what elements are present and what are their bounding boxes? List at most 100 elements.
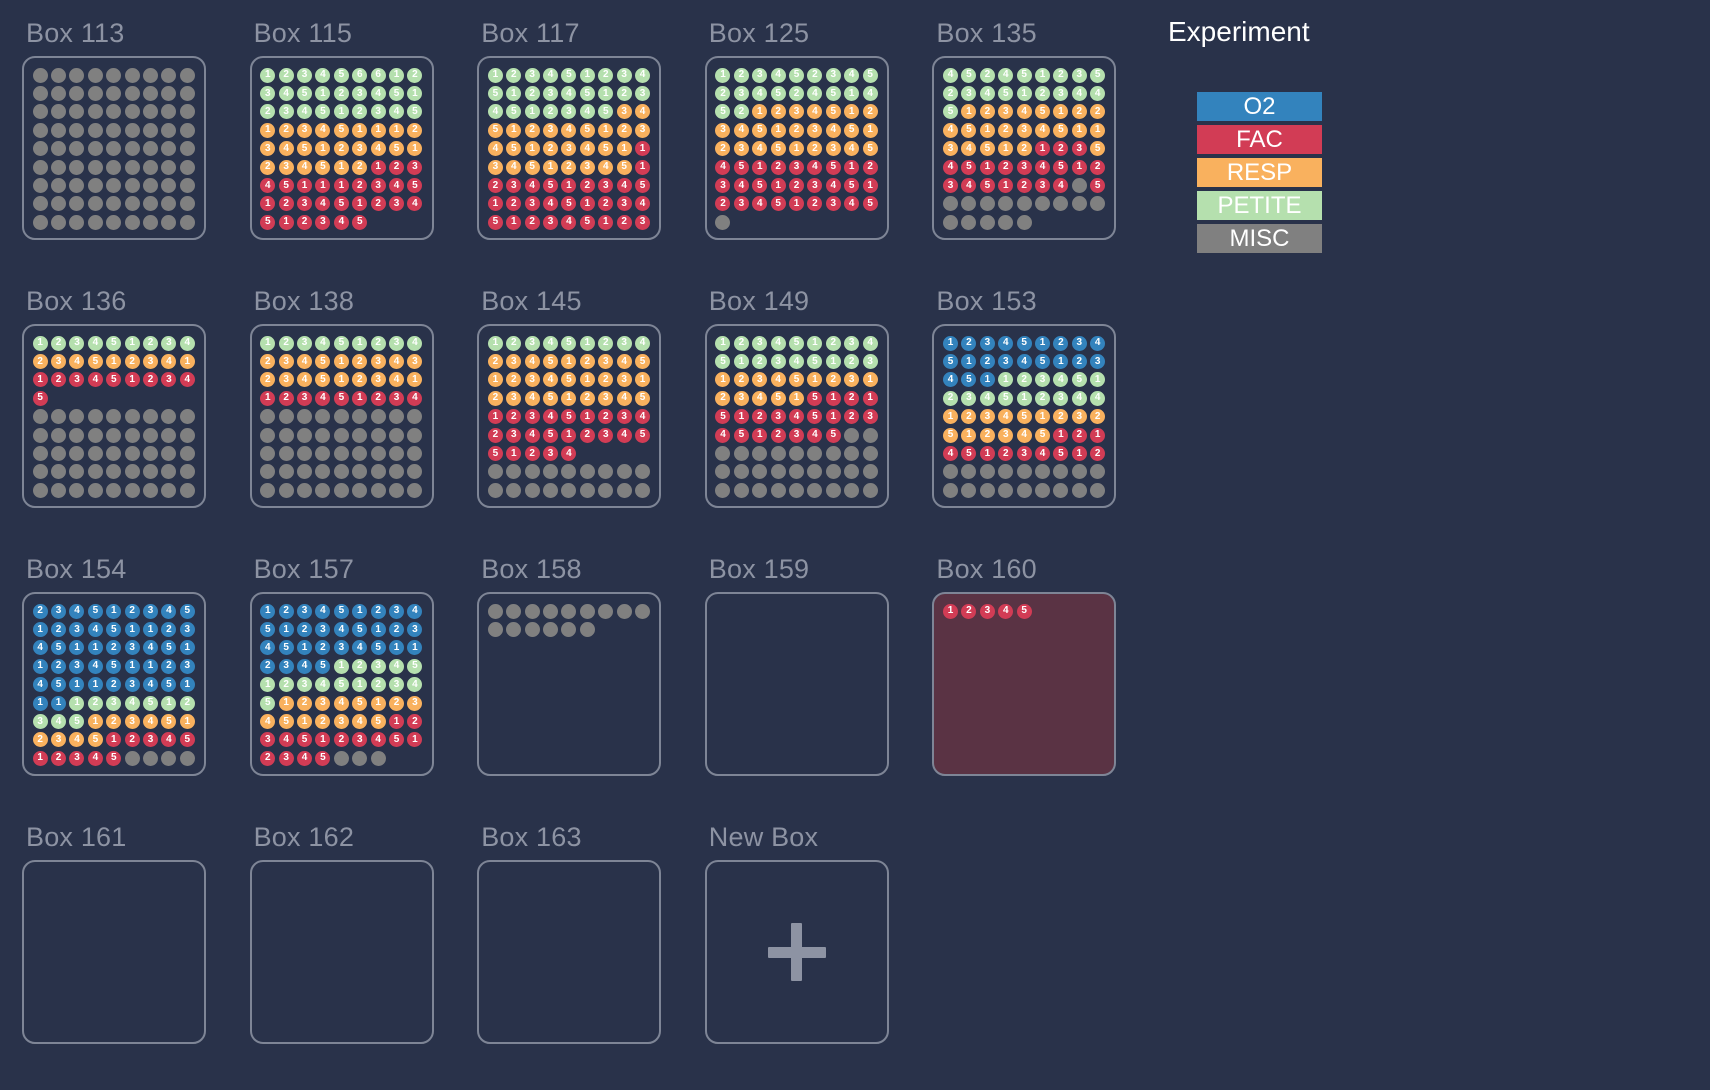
tube-slot[interactable]: 1 [31, 657, 49, 675]
tube-resp[interactable]: 3 [278, 159, 294, 175]
tube-slot[interactable] [314, 907, 332, 925]
tube-slot[interactable] [123, 66, 141, 84]
tube-misc[interactable] [179, 141, 195, 157]
tube-slot[interactable] [732, 602, 750, 620]
tube-slot[interactable] [732, 731, 750, 749]
tube-resp[interactable]: 3 [998, 104, 1014, 120]
tube-slot[interactable] [369, 1017, 387, 1035]
tube-resp[interactable]: 3 [524, 372, 540, 388]
tube-misc[interactable] [352, 446, 368, 462]
tube-petite[interactable]: 4 [407, 335, 423, 351]
tube-resp[interactable]: 3 [733, 141, 749, 157]
tube-misc[interactable] [124, 750, 140, 766]
tube-petite[interactable]: 3 [32, 714, 48, 730]
tube-slot[interactable] [578, 712, 596, 730]
tube-o2[interactable]: 5 [333, 603, 349, 619]
tube-slot[interactable]: 1 [369, 158, 387, 176]
tube-slot[interactable] [406, 980, 424, 998]
tube-slot[interactable]: 5 [806, 408, 824, 426]
tube-slot[interactable]: 4 [314, 121, 332, 139]
tube-fac[interactable]: 3 [278, 750, 294, 766]
tube-slot[interactable]: 3 [105, 694, 123, 712]
tube-slot[interactable] [714, 731, 732, 749]
tube-slot[interactable] [351, 749, 369, 767]
tube-slot[interactable] [141, 408, 159, 426]
tube-slot[interactable] [123, 121, 141, 139]
tube-fac[interactable]: 2 [1090, 159, 1106, 175]
tube-slot[interactable]: 5 [314, 657, 332, 675]
tube-slot[interactable] [49, 195, 67, 213]
tube-misc[interactable] [1035, 464, 1051, 480]
tube-fac[interactable]: 5 [979, 178, 995, 194]
tube-resp[interactable]: 2 [825, 372, 841, 388]
tube-o2[interactable]: 5 [51, 677, 67, 693]
tube-slot[interactable] [769, 444, 787, 462]
tube-slot[interactable]: 3 [1070, 140, 1088, 158]
tube-slot[interactable] [314, 925, 332, 943]
tube-misc[interactable] [143, 446, 159, 462]
tube-resp[interactable]: 2 [543, 141, 559, 157]
tube-slot[interactable]: 1 [369, 694, 387, 712]
tube-slot[interactable] [351, 925, 369, 943]
tube-fac[interactable]: 3 [789, 159, 805, 175]
tube-fac[interactable]: 5 [179, 732, 195, 748]
tube-slot[interactable]: 2 [523, 213, 541, 231]
tube-o2[interactable]: 2 [161, 658, 177, 674]
tube-slot[interactable]: 2 [769, 426, 787, 444]
tube-slot[interactable] [806, 444, 824, 462]
tube-resp[interactable]: 4 [844, 141, 860, 157]
tube-petite[interactable]: 1 [260, 335, 276, 351]
tube-misc[interactable] [616, 603, 632, 619]
tube-slot[interactable] [160, 1017, 178, 1035]
tube-resp[interactable]: 3 [635, 122, 650, 138]
tube-fac[interactable]: 2 [616, 214, 632, 230]
tube-petite[interactable]: 5 [487, 86, 503, 102]
tube-slot[interactable] [160, 444, 178, 462]
tube-misc[interactable] [106, 104, 122, 120]
tube-fac[interactable]: 1 [1035, 141, 1051, 157]
tube-slot[interactable]: 1 [824, 389, 842, 407]
tube-slot[interactable] [1015, 694, 1033, 712]
tube-fac[interactable]: 1 [862, 178, 878, 194]
tube-o2[interactable]: 1 [179, 677, 195, 693]
tube-slot[interactable]: 3 [615, 408, 633, 426]
tube-slot[interactable] [486, 999, 504, 1017]
tube-slot[interactable] [314, 870, 332, 888]
tube-slot[interactable] [615, 712, 633, 730]
tube-misc[interactable] [87, 446, 103, 462]
tube-petite[interactable]: 4 [389, 658, 405, 674]
tube-slot[interactable]: 5 [1033, 103, 1051, 121]
tube-misc[interactable] [161, 427, 177, 443]
tube-misc[interactable] [87, 482, 103, 498]
tube-slot[interactable]: 1 [941, 602, 959, 620]
tube-slot[interactable] [787, 657, 805, 675]
tube-slot[interactable]: 2 [486, 176, 504, 194]
tube-slot[interactable]: 1 [978, 121, 996, 139]
tube-slot[interactable] [141, 888, 159, 906]
tube-slot[interactable] [960, 481, 978, 499]
tube-slot[interactable] [732, 620, 750, 638]
tube-slot[interactable]: 5 [277, 639, 295, 657]
tube-slot[interactable] [105, 121, 123, 139]
tube-slot[interactable] [997, 657, 1015, 675]
tube-slot[interactable]: 5 [160, 712, 178, 730]
tube-slot[interactable]: 2 [49, 620, 67, 638]
tube-resp[interactable]: 1 [315, 141, 331, 157]
tube-slot[interactable]: 2 [1033, 84, 1051, 102]
tube-petite[interactable]: 1 [487, 335, 503, 351]
tube-slot[interactable] [259, 870, 277, 888]
tube-slot[interactable] [523, 749, 541, 767]
tube-slot[interactable]: 1 [277, 213, 295, 231]
tube-resp[interactable]: 3 [616, 372, 632, 388]
tube-misc[interactable] [352, 427, 368, 443]
tube-slot[interactable]: 4 [387, 103, 405, 121]
tube-petite[interactable]: 3 [297, 677, 313, 693]
tube-slot[interactable]: 2 [806, 195, 824, 213]
tube-slot[interactable] [406, 213, 424, 231]
tube-misc[interactable] [807, 446, 823, 462]
tube-slot[interactable]: 5 [861, 140, 879, 158]
tube-slot[interactable] [615, 444, 633, 462]
tube-misc[interactable] [1016, 464, 1032, 480]
tube-slot[interactable]: 2 [49, 657, 67, 675]
tube-petite[interactable]: 2 [979, 67, 995, 83]
